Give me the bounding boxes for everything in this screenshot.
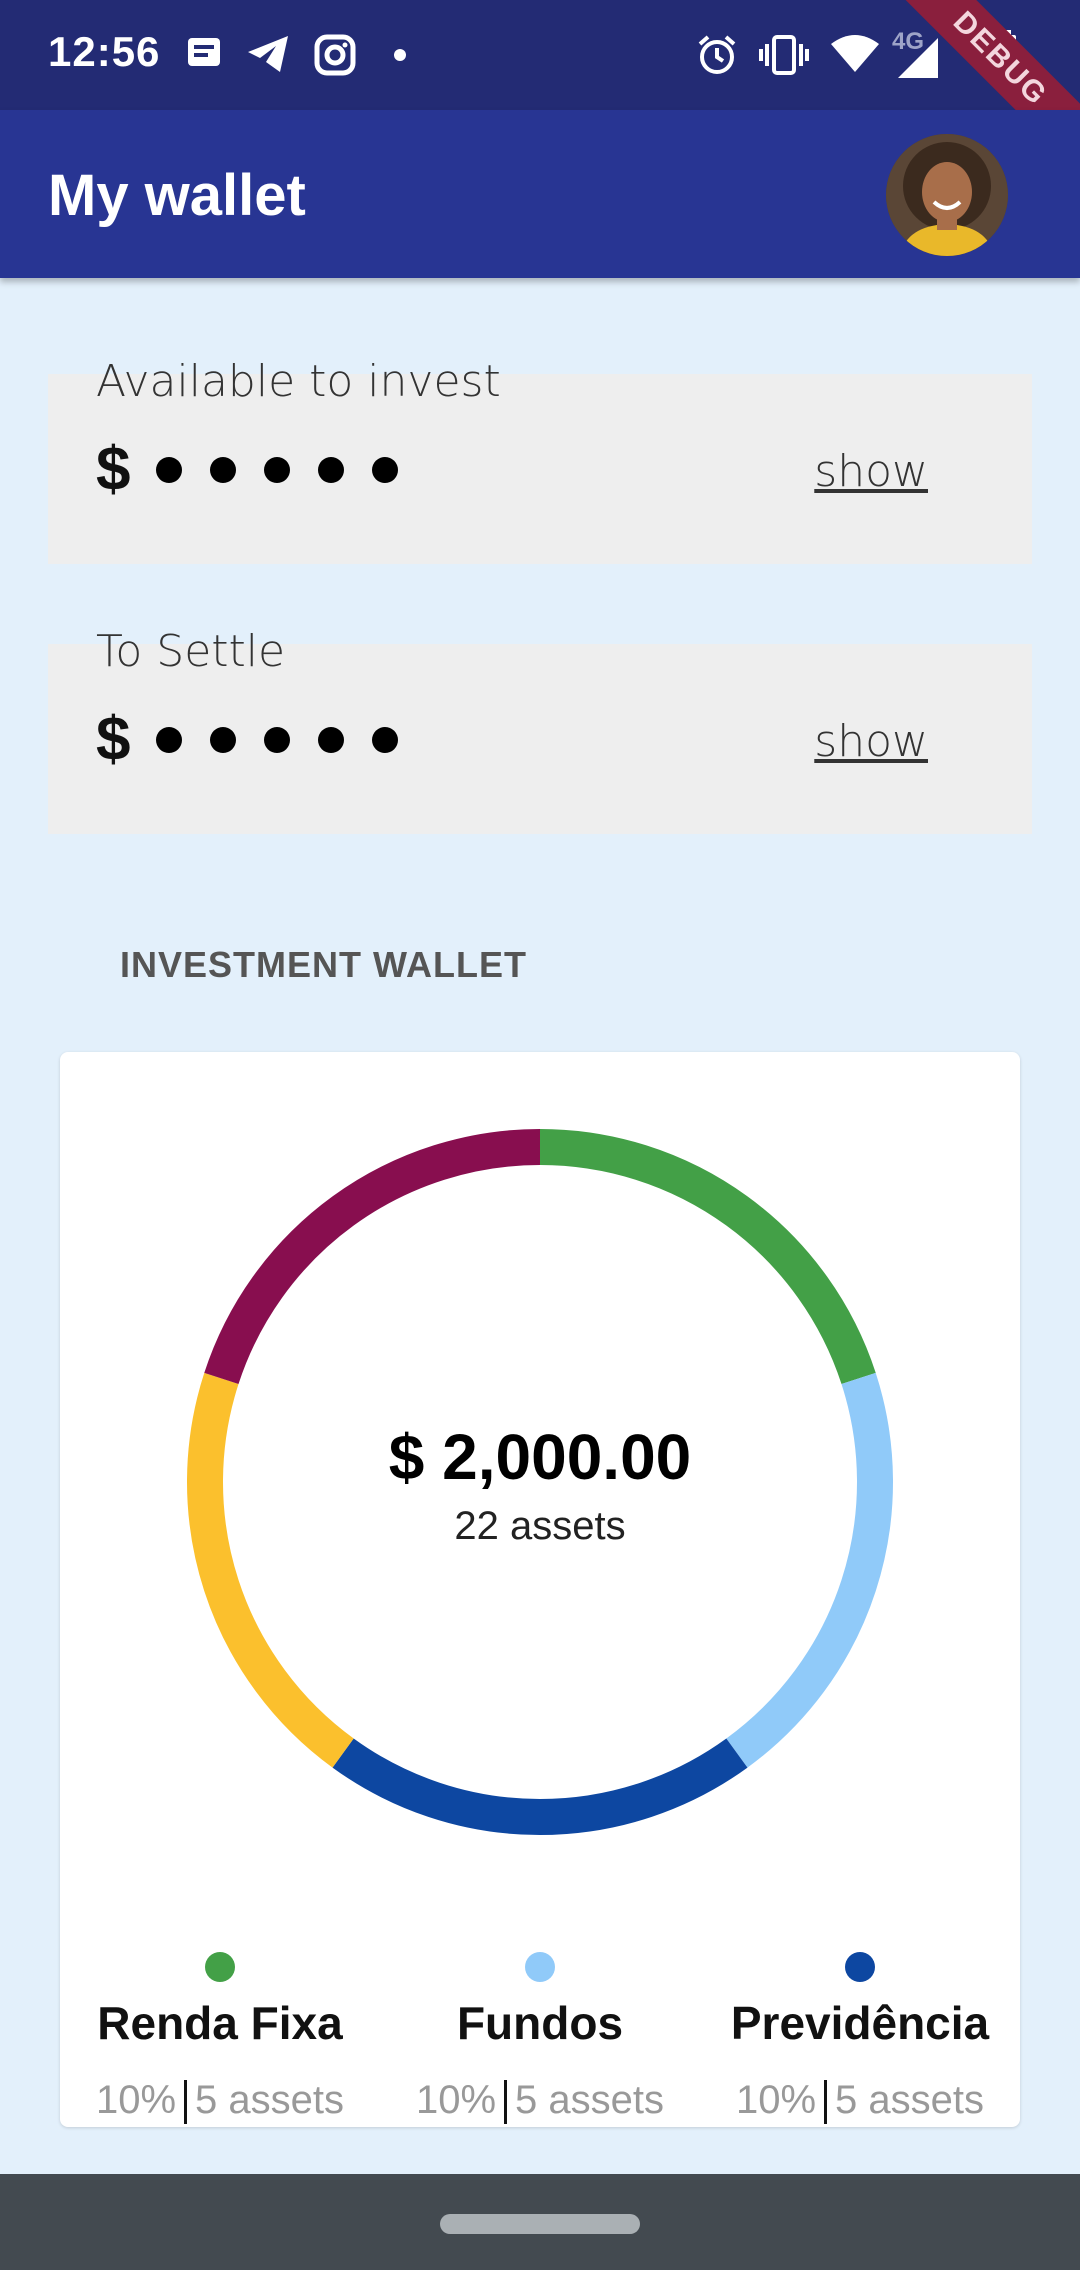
legend-name: Previdência xyxy=(730,1997,990,2049)
vibrate-icon xyxy=(758,34,810,81)
donut-segment-segment-5[interactable] xyxy=(204,1129,541,1385)
masked-value xyxy=(156,456,399,483)
divider xyxy=(184,2080,188,2125)
to-settle-value: $ xyxy=(96,704,399,775)
mask-dot xyxy=(156,456,183,483)
app-bar: My wallet xyxy=(0,110,1080,278)
investment-wallet-card[interactable]: $ 2,000.00 22 assets Renda Fixa 10% 5 ass… xyxy=(60,1052,1020,2127)
mask-dot xyxy=(372,726,399,753)
legend-dot xyxy=(845,1952,875,1982)
legend-stats: 10% 5 assets xyxy=(60,2078,380,2125)
alarm-icon xyxy=(696,34,738,81)
status-bar: 12:56 4G DEBUG xyxy=(0,0,1080,110)
telegram-icon xyxy=(246,34,290,79)
legend-stats: 10% 5 assets xyxy=(700,2078,1020,2125)
wifi-icon xyxy=(830,34,880,79)
avatar[interactable] xyxy=(886,134,1008,256)
mask-dot xyxy=(372,456,399,483)
legend-item[interactable]: Fundos 10% 5 assets xyxy=(380,1952,700,2125)
legend-assets: 5 assets xyxy=(515,2078,665,2122)
to-settle-card: To Settle $ show xyxy=(48,626,1032,834)
available-value: $ xyxy=(96,434,399,505)
navigation-bar xyxy=(0,2174,1080,2270)
legend-item[interactable]: Previdência 10% 5 assets xyxy=(700,1952,1020,2125)
investment-wallet-title: INVESTMENT WALLET xyxy=(120,944,527,985)
legend-name: Fundos xyxy=(456,1997,624,2049)
wallet-assets-count: 22 assets xyxy=(454,1504,626,1548)
mask-dot xyxy=(210,456,237,483)
legend-assets: 5 assets xyxy=(195,2078,345,2122)
donut-segment-previdência[interactable] xyxy=(332,1738,748,1835)
legend-percent: 10% xyxy=(415,2078,497,2122)
available-label: Available to invest xyxy=(96,356,501,407)
donut-segment-renda-fixa[interactable] xyxy=(539,1129,876,1385)
instagram-icon xyxy=(314,34,356,81)
currency-symbol: $ xyxy=(96,705,131,774)
legend-dot xyxy=(525,1952,555,1982)
divider xyxy=(504,2080,508,2125)
divider xyxy=(824,2080,828,2125)
legend-percent: 10% xyxy=(95,2078,177,2122)
mask-dot xyxy=(156,726,183,753)
currency-symbol: $ xyxy=(96,435,131,504)
show-to-settle-button[interactable]: show xyxy=(814,716,928,767)
dot-icon xyxy=(394,48,406,66)
mask-dot xyxy=(210,726,237,753)
legend-dot xyxy=(205,1952,235,1982)
home-gesture-handle[interactable] xyxy=(440,2214,640,2234)
legend-item[interactable]: Renda Fixa 10% 5 assets xyxy=(60,1952,380,2125)
to-settle-label: To Settle xyxy=(96,626,286,677)
masked-value xyxy=(156,726,399,753)
legend-assets: 5 assets xyxy=(835,2078,985,2122)
available-card: Available to invest $ show xyxy=(48,356,1032,564)
mask-dot xyxy=(264,726,291,753)
show-available-button[interactable]: show xyxy=(814,446,928,497)
message-icon xyxy=(184,34,224,79)
status-time: 12:56 xyxy=(48,28,161,75)
mask-dot xyxy=(318,456,345,483)
mask-dot xyxy=(264,456,291,483)
legend-percent: 10% xyxy=(735,2078,817,2122)
legend-name: Renda Fixa xyxy=(97,1997,343,2049)
wallet-total: $ 2,000.00 xyxy=(388,1421,692,1493)
mask-dot xyxy=(318,726,345,753)
page-title: My wallet xyxy=(48,163,306,228)
legend-stats: 10% 5 assets xyxy=(380,2078,700,2125)
